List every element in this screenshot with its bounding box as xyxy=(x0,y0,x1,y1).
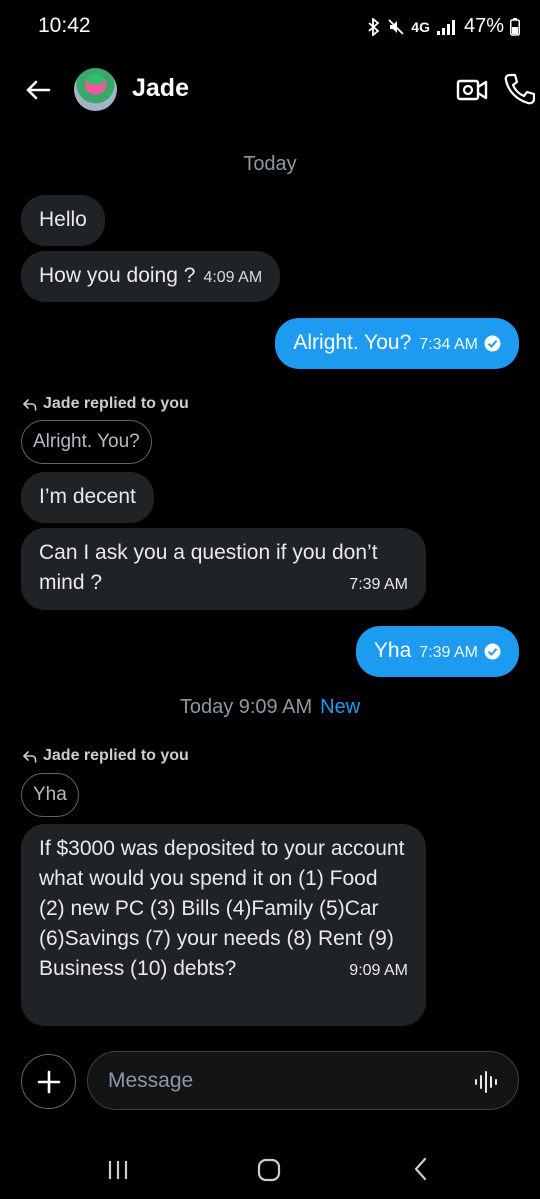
bluetooth-icon xyxy=(368,17,380,36)
message-text: Alright. You? xyxy=(293,331,412,354)
back-arrow-icon[interactable] xyxy=(22,74,54,106)
chat-header: Jade xyxy=(0,60,540,120)
message-bubble-incoming[interactable]: How you doing ? 4:09 AM xyxy=(21,251,281,302)
status-bar: 10:42 4G 47% xyxy=(0,0,540,52)
phone-call-icon[interactable] xyxy=(503,72,535,106)
new-messages-badge: New xyxy=(320,696,361,718)
contact-name[interactable]: Jade xyxy=(132,74,189,103)
reply-indicator: Jade replied to you xyxy=(22,395,189,413)
quoted-message[interactable]: Alright. You? xyxy=(21,420,152,464)
message-text: I’m decent xyxy=(39,485,136,508)
status-time: 10:42 xyxy=(38,14,91,37)
message-time: 7:34 AM xyxy=(419,336,478,353)
quoted-message[interactable]: Yha xyxy=(21,773,79,817)
reply-arrow-icon xyxy=(22,398,37,411)
nav-back-icon[interactable] xyxy=(408,1156,434,1182)
date-label: Today 9:09 AM xyxy=(179,696,313,718)
mute-icon xyxy=(388,18,404,35)
message-input[interactable] xyxy=(87,1051,519,1110)
reply-indicator: Jade replied to you xyxy=(22,747,189,765)
message-time: 4:09 AM xyxy=(203,269,263,286)
signal-icon xyxy=(436,19,455,35)
system-nav-bar xyxy=(0,1140,540,1199)
message-bubble-outgoing[interactable]: Yha 7:39 AM xyxy=(355,626,519,677)
reply-arrow-icon xyxy=(22,750,37,763)
recent-apps-icon[interactable] xyxy=(105,1158,131,1182)
message-text: How you doing ? xyxy=(39,264,196,287)
reply-label: Jade replied to you xyxy=(43,747,189,764)
message-bubble-incoming[interactable]: If $3000 was deposited to your account w… xyxy=(21,824,426,1026)
battery-level: 47% xyxy=(463,15,504,37)
message-text: Yha xyxy=(373,639,412,662)
message-bubble-outgoing[interactable]: Alright. You? 7:34 AM xyxy=(275,318,519,369)
voice-message-icon[interactable] xyxy=(474,1070,500,1094)
reply-label: Jade replied to you xyxy=(43,395,189,412)
message-bubble-incoming[interactable]: Hello xyxy=(21,195,105,246)
read-check-icon xyxy=(484,335,501,352)
message-text: Hello xyxy=(39,208,87,231)
battery-icon xyxy=(510,17,520,36)
network-type: 4G xyxy=(411,18,430,35)
message-composer xyxy=(0,1050,540,1112)
read-check-icon xyxy=(484,643,501,660)
avatar[interactable] xyxy=(74,68,117,111)
message-bubble-incoming[interactable]: I’m decent xyxy=(21,472,154,523)
add-attachment-button[interactable] xyxy=(21,1054,76,1109)
status-icons: 4G 47% xyxy=(367,15,520,38)
message-bubble-incoming[interactable]: Can I ask you a question if you don’t mi… xyxy=(21,528,426,610)
quoted-text: Alright. You? xyxy=(33,431,140,452)
home-icon[interactable] xyxy=(256,1157,282,1183)
date-separator: Today xyxy=(0,153,540,176)
video-call-icon[interactable] xyxy=(456,74,488,106)
message-text: If $3000 was deposited to your account w… xyxy=(39,837,405,980)
plus-icon xyxy=(37,1070,60,1093)
message-time: 7:39 AM xyxy=(419,644,478,661)
quoted-text: Yha xyxy=(33,784,67,805)
date-separator: Today 9:09 AM New xyxy=(0,696,540,719)
date-label: Today xyxy=(243,153,297,175)
